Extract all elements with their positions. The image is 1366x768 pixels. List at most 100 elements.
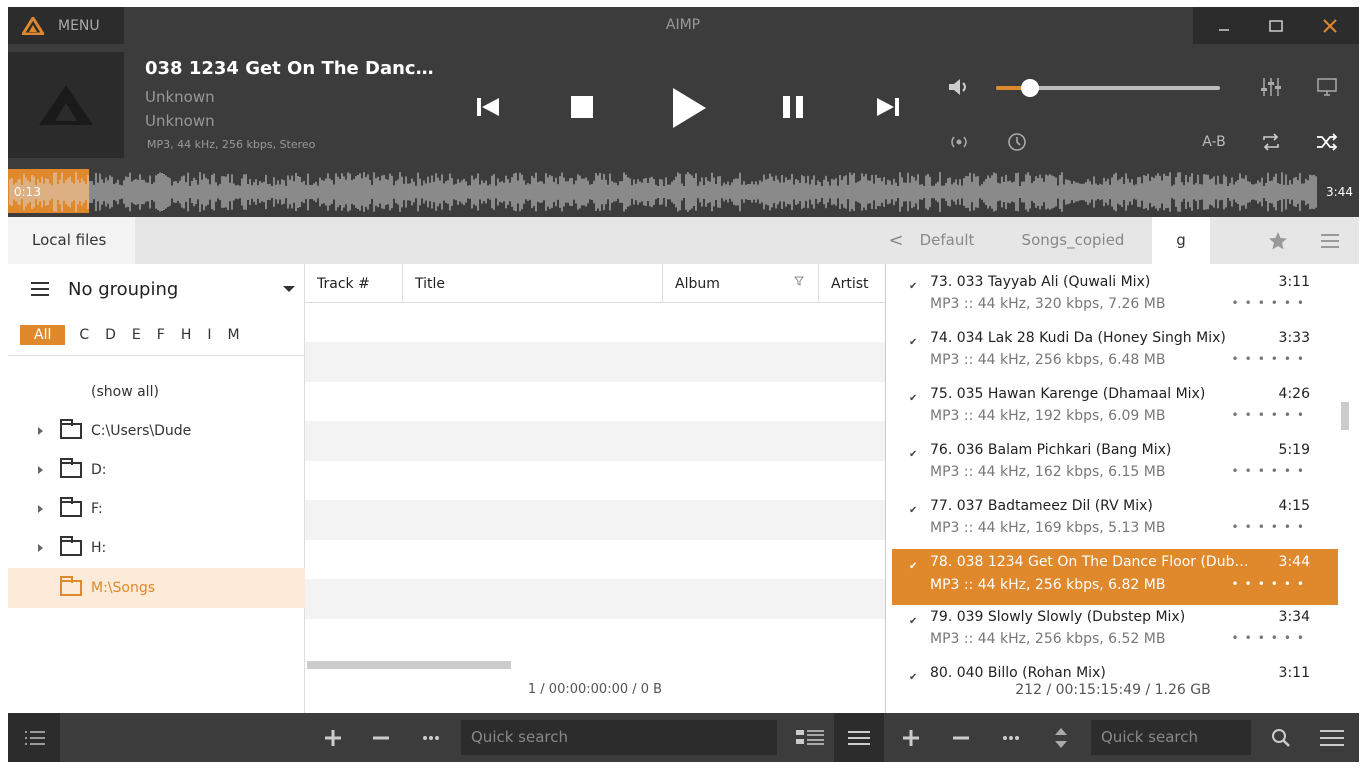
tree-item-show-all[interactable]: (show all) [8,372,305,412]
checkbox[interactable]: ✔ [909,450,919,460]
expand-arrow-icon[interactable] [38,466,43,474]
playlist-tab-default[interactable]: Default [907,217,987,264]
aimp-cover-logo-icon [39,85,93,125]
playlist-item-info: MP3 :: 44 kHz, 256 kbps, 6.48 MB [930,352,1166,368]
playlist-item[interactable]: ✔ 77. 037 Badtameez Dil (RV Mix) 4:15 MP… [892,495,1338,547]
letter-filter-f[interactable]: F [157,327,165,343]
tree-item-label: H: [91,540,107,556]
checkbox[interactable]: ✔ [909,394,919,404]
equalizer-button[interactable] [1258,74,1284,100]
playlist-item[interactable]: ✔ 76. 036 Balam Pichkari (Bang Mix) 5:19… [892,439,1338,491]
column-header-artist[interactable]: Artist [819,264,885,302]
library-remove-button[interactable] [366,713,396,762]
playlist-bottom-menu-button[interactable] [1317,713,1347,762]
column-header-track[interactable]: Track # [305,264,403,302]
column-filter-icon[interactable] [794,276,804,286]
playlist-item-duration: 5:19 [1278,442,1310,458]
playlist-item-duration: 3:44 [1278,554,1310,570]
ab-repeat-button[interactable]: A-B [1196,132,1232,152]
vertical-scrollbar[interactable] [1341,402,1349,430]
playlist-item[interactable]: ✔ 75. 035 Hawan Karenge (Dhamaal Mix) 4:… [892,383,1338,435]
letter-filter-d[interactable]: D [105,327,116,343]
volume-button[interactable] [944,72,974,102]
stop-button[interactable] [564,89,600,125]
library-menu-button[interactable] [844,713,874,762]
menu-button[interactable]: MENU [8,7,124,44]
minimize-button[interactable] [1198,7,1250,44]
rating-dots[interactable]: •••••• [1232,631,1310,645]
checkbox[interactable]: ✔ [909,562,919,572]
volume-knob[interactable] [1020,79,1039,97]
waveform-seekbar[interactable]: 0:13 3:44 [8,167,1359,217]
pause-button[interactable] [775,89,811,125]
grouping-selector[interactable]: No grouping [8,264,305,314]
aimp-window: MENU AIMP 038 1234 Get On The Danc… Unkn… [8,7,1359,762]
letter-filter-h[interactable]: H [181,327,192,343]
favorites-button[interactable] [1266,229,1290,253]
library-add-button[interactable] [318,713,348,762]
search-button[interactable] [1266,713,1296,762]
tree-item-folder[interactable]: D: [8,450,305,490]
playlist-more-button[interactable] [996,713,1026,762]
column-header-title[interactable]: Title [403,264,663,302]
scheduler-button[interactable] [1004,130,1030,154]
playlist-remove-button[interactable] [946,713,976,762]
letter-filter-i[interactable]: I [207,327,211,343]
rating-dots[interactable]: •••••• [1232,352,1310,366]
close-button[interactable] [1304,7,1356,44]
playlist-tab-g[interactable]: g [1152,217,1210,264]
next-button[interactable] [870,89,906,125]
playlist-item[interactable]: ✔ 73. 033 Tayyab Ali (Quwali Mix) 3:11 M… [892,271,1338,323]
letter-filter-m[interactable]: M [228,327,240,343]
maximize-button[interactable] [1250,7,1302,44]
playlist-scroll-left-button[interactable]: < [885,217,907,264]
playlist-item-now-playing[interactable]: ✔ 78. 038 1234 Get On The Dance Floor (D… [892,549,1338,605]
playlist-item[interactable]: ✔ 80. 040 Billo (Rohan Mix) 3:11 [892,662,1338,684]
library-toggle-button[interactable] [20,713,50,762]
total-time: 3:44 [1326,185,1353,199]
view-mode-button[interactable] [792,713,828,762]
volume-slider[interactable] [996,79,1220,97]
playlist-item[interactable]: ✔ 79. 039 Slowly Slowly (Dubstep Mix) 3:… [892,606,1338,658]
shuffle-button[interactable] [1314,130,1340,154]
tree-item-folder[interactable]: C:\Users\Dude [8,411,305,451]
playlist-item[interactable]: ✔ 74. 034 Lak 28 Kudi Da (Honey Singh Mi… [892,327,1338,379]
letter-filter-all[interactable]: All [20,325,66,345]
previous-button[interactable] [470,89,506,125]
library-more-button[interactable] [416,713,446,762]
letter-filter-c[interactable]: C [79,327,89,343]
repeat-button[interactable] [1258,130,1284,154]
checkbox[interactable]: ✔ [909,617,919,627]
library-search-input[interactable]: Quick search [461,720,777,755]
checkbox[interactable]: ✔ [909,506,919,516]
radio-button[interactable] [944,130,974,154]
rating-dots[interactable]: •••••• [1232,520,1310,534]
visualization-button[interactable] [1314,74,1340,100]
expand-arrow-icon[interactable] [38,505,43,513]
expand-arrow-icon[interactable] [38,544,43,552]
playlist-search-input[interactable]: Quick search [1091,720,1251,755]
horizontal-scrollbar[interactable] [307,661,511,669]
letter-filter-e[interactable]: E [132,327,141,343]
rating-dots[interactable]: •••••• [1232,296,1310,310]
tree-item-folder-selected[interactable]: M:\Songs [8,568,305,608]
playlist-item-info: MP3 :: 44 kHz, 169 kbps, 5.13 MB [930,520,1166,536]
expand-arrow-icon[interactable] [38,427,43,435]
tab-local-files[interactable]: Local files [8,217,135,264]
sort-button[interactable] [1046,713,1076,762]
tree-item-folder[interactable]: F: [8,489,305,529]
playlist-add-button[interactable] [896,713,926,762]
rating-dots[interactable]: •••••• [1232,577,1310,591]
checkbox[interactable]: ✔ [909,282,919,292]
checkbox[interactable]: ✔ [909,338,919,348]
tree-item-folder[interactable]: H: [8,528,305,568]
playlist-menu-button[interactable] [1318,229,1342,253]
rating-dots[interactable]: •••••• [1232,408,1310,422]
playlist-item-title: 79. 039 Slowly Slowly (Dubstep Mix) [930,609,1186,625]
more-icon [423,735,439,740]
rating-dots[interactable]: •••••• [1232,464,1310,478]
tree-item-label: F: [91,501,103,517]
playlist-tab-songs-copied[interactable]: Songs_copied [1008,217,1138,264]
play-button[interactable] [665,84,713,132]
speaker-icon [949,79,966,95]
